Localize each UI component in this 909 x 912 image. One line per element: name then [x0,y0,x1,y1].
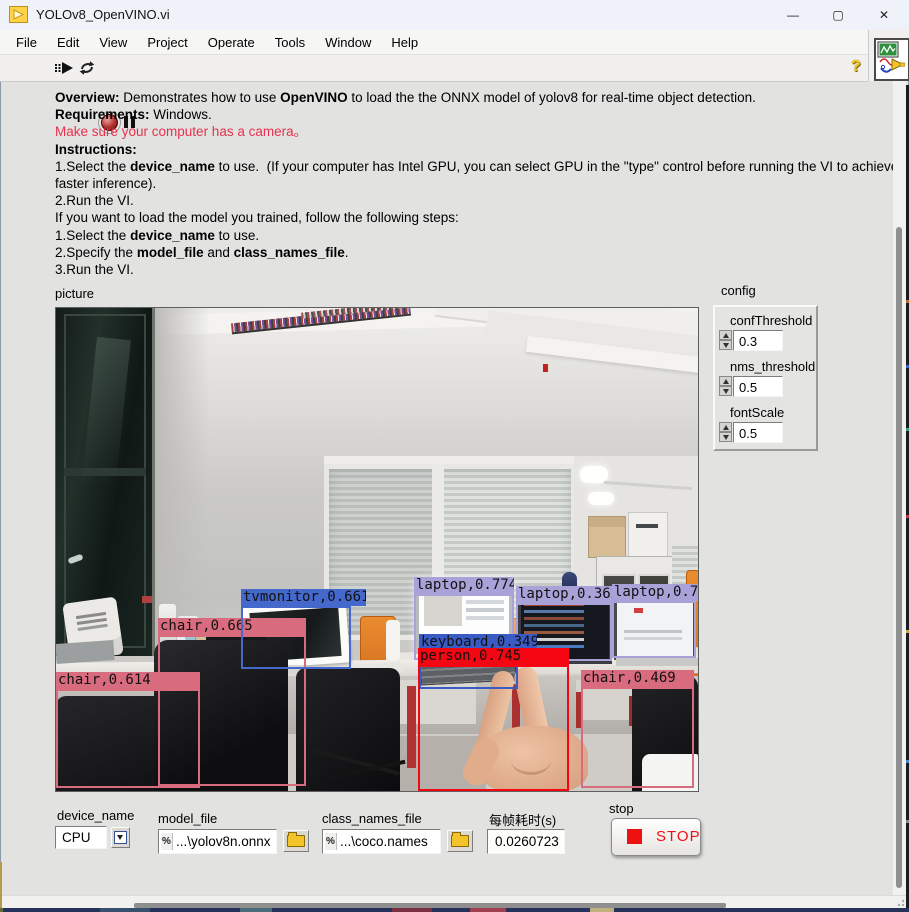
detection-label: chair,0.614 [56,672,200,689]
detection-box [241,606,351,669]
toolbar: ? [0,55,868,82]
config-field-label: fontScale [730,405,784,420]
class-names-file-browse-button[interactable] [447,830,473,852]
increment-decrement-buttons[interactable] [719,376,732,397]
config-field-label: confThreshold [730,313,812,328]
menu-bar: FileEditViewProjectOperateToolsWindowHel… [0,30,868,55]
menu-edit[interactable]: Edit [47,30,89,55]
device-name-ring[interactable]: CPU [55,826,107,849]
run-button-icon[interactable] [54,61,74,75]
detection-box [418,665,569,791]
frame-time-indicator: 0.0260723 [487,829,565,854]
labview-vi-icon [9,6,28,23]
folder-icon [287,835,305,847]
menu-file[interactable]: File [6,30,47,55]
run-continuously-icon[interactable] [78,60,96,76]
maximize-button[interactable]: ▢ [816,0,860,30]
detection-overlay: chair,0.665chair,0.614tvmonitor,0.661lap… [56,308,698,791]
instructions-text: Overview: Demonstrates how to use OpenVI… [55,89,898,278]
instruction-line: 1.Select the device_name to use. [55,227,898,244]
instruction-line: faster inference). [55,175,898,192]
frame-time-label: 每帧耗时(s) [489,810,556,829]
menu-view[interactable]: View [89,30,137,55]
stop-button[interactable]: STOP [611,818,701,856]
menu-operate[interactable]: Operate [198,30,265,55]
instruction-line: 2.Run the VI. [55,192,898,209]
menu-tools[interactable]: Tools [265,30,315,55]
webcam-picture: chair,0.665chair,0.614tvmonitor,0.661lap… [55,307,699,792]
detection-label: tvmonitor,0.661 [241,589,366,606]
increment-decrement-buttons[interactable] [719,330,732,351]
picture-label: picture [55,286,94,301]
increment-icon[interactable] [719,330,732,340]
instruction-line: Make sure your computer has a camera。 [55,123,898,140]
close-button[interactable]: ✕ [862,0,906,30]
model-file-browse-button[interactable] [283,830,309,852]
instruction-line: Requirements: Windows. [55,106,898,123]
detection-box [56,689,200,788]
config-field-label: nms_threshold [730,359,815,374]
stop-button-text: STOP [656,828,701,845]
config-field-input[interactable]: 0.5 [733,376,783,397]
decrement-icon[interactable] [719,432,732,442]
labview-logo-icon [874,38,909,81]
instruction-line: 2.Specify the model_file and class_names… [55,244,898,261]
minimize-button[interactable]: — [771,0,815,30]
detection-label: laptop,0.774 [414,577,514,594]
detection-label: laptop,0.362 [516,586,613,603]
instruction-line: 3.Run the VI. [55,261,898,278]
background-window-sliver [0,862,2,908]
chevron-down-icon [117,835,123,840]
menu-window[interactable]: Window [315,30,381,55]
header-divider [868,30,869,81]
stop-square-icon [627,829,642,844]
detection-box [612,601,696,658]
detection-label: chair,0.469 [581,670,694,687]
increment-icon[interactable] [719,376,732,386]
device-name-label: device_name [57,808,134,823]
increment-icon[interactable] [719,422,732,432]
window-title: YOLOv8_OpenVINO.vi [36,7,170,22]
vertical-scrollbar-thumb[interactable] [896,227,902,888]
decrement-icon[interactable] [719,340,732,350]
detection-label: person,0.745 [418,648,569,665]
resize-grip[interactable] [897,899,905,907]
config-label: config [721,283,756,298]
instruction-line: If you want to load the model you traine… [55,209,898,226]
vi-window: YOLOv8_OpenVINO.vi — ▢ ✕ FileEditViewPro… [0,0,909,912]
path-type-icon: % [325,833,337,850]
increment-decrement-buttons[interactable] [719,422,732,443]
context-help-icon[interactable]: ? [851,58,861,76]
class-names-file-label: class_names_file [322,811,422,826]
device-name-dropdown-button[interactable] [111,827,130,848]
title-bar: YOLOv8_OpenVINO.vi — ▢ ✕ [0,0,909,31]
class-names-file-path-input[interactable]: % ...\coco.names [322,829,441,854]
detection-label: laptop,0.72 [612,584,698,601]
instruction-line: Instructions: [55,141,898,158]
model-file-label: model_file [158,811,217,826]
taskbar-sliver [0,908,909,912]
path-type-icon: % [161,833,173,850]
instruction-line: 1.Select the device_name to use. (If you… [55,158,898,175]
folder-icon [451,835,469,847]
config-field-input[interactable]: 0.5 [733,422,783,443]
instruction-line: Overview: Demonstrates how to use OpenVI… [55,89,898,106]
config-cluster: confThreshold 0.3 nms_threshold 0.5 fontScal… [713,305,818,451]
stop-label: stop [609,801,634,816]
menu-help[interactable]: Help [381,30,428,55]
decrement-icon[interactable] [719,386,732,396]
model-file-path-input[interactable]: % ...\yolov8n.onnx [158,829,277,854]
menu-project[interactable]: Project [137,30,197,55]
config-field-input[interactable]: 0.3 [733,330,783,351]
detection-box [581,687,694,788]
